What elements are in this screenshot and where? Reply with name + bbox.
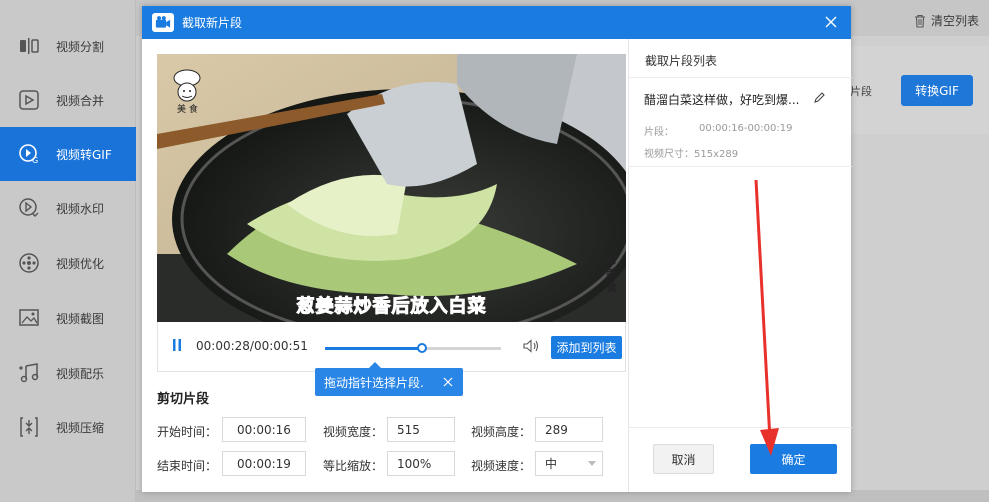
video-watermark: 小房美食: [606, 239, 617, 294]
sidebar: 视频分割 视频合并 G 视频转GIF 视频水印 视频优化 视频截图 视频配乐 视…: [0, 0, 136, 502]
sidebar-item-label: 视频压缩: [56, 420, 105, 435]
playback-time: 00:00:28/00:00:51: [196, 339, 308, 353]
sidebar-item-label: 视频配乐: [56, 366, 105, 381]
cancel-button[interactable]: 取消: [653, 444, 714, 474]
sidebar-item-label: 视频分割: [56, 39, 105, 54]
progress-handle[interactable]: [416, 343, 427, 353]
sidebar-item-gif[interactable]: G 视频转GIF: [0, 127, 136, 181]
end-time-label: 结束时间：: [157, 459, 218, 473]
sidebar-item-compress[interactable]: 视频压缩: [0, 400, 136, 454]
trash-icon: [913, 14, 927, 28]
divider: [629, 166, 852, 167]
volume-icon[interactable]: [523, 339, 539, 353]
segment-item-name[interactable]: 醋溜白菜这样做，好吃到爆...: [644, 91, 799, 108]
convert-gif-button[interactable]: 转换GIF: [901, 75, 973, 106]
end-time-input[interactable]: 00:00:19: [222, 451, 306, 476]
merge-icon: [18, 89, 40, 111]
segment-range: 00:00:16-00:00:19: [699, 123, 793, 134]
sidebar-item-label: 视频合并: [56, 93, 105, 108]
chef-logo-text: 美 食: [177, 105, 198, 115]
screenshot-icon: [18, 307, 40, 329]
sidebar-item-merge[interactable]: 视频合并: [0, 73, 136, 127]
sidebar-item-music[interactable]: 视频配乐: [0, 346, 136, 400]
cut-section-title: 剪切片段: [157, 392, 210, 407]
scale-input[interactable]: 100%: [387, 451, 455, 476]
segment-size: 视频尺寸：515x289: [644, 149, 739, 160]
height-label: 视频高度：: [471, 425, 532, 439]
close-icon[interactable]: [823, 14, 839, 30]
background-frag-label: 片段: [850, 85, 872, 98]
chevron-down-icon: [588, 461, 596, 466]
watermark-icon: [18, 197, 40, 219]
pause-icon[interactable]: [172, 339, 182, 351]
width-input[interactable]: 515: [387, 417, 455, 442]
music-icon: [18, 362, 40, 384]
video-frame: [157, 54, 626, 322]
dialog-header: 截取新片段: [142, 6, 851, 39]
dialog-title: 截取新片段: [182, 16, 243, 30]
progress-slider[interactable]: [325, 343, 501, 385]
sidebar-item-split[interactable]: 视频分割: [0, 19, 136, 73]
confirm-button[interactable]: 确定: [750, 444, 837, 474]
sidebar-item-label: 视频截图: [56, 311, 105, 326]
compress-icon: [18, 416, 40, 438]
drag-hint-tooltip: 拖动指针选择片段.: [315, 362, 463, 396]
cut-segment-dialog: 截取新片段 美 食 小房美食 葱姜蒜炒香后放入白菜 00:00:28/00:00…: [142, 6, 852, 492]
segment-list-title: 截取片段列表: [645, 54, 718, 68]
player-controls: 00:00:28/00:00:51 添加到列表: [157, 322, 626, 385]
progress-fill: [325, 347, 422, 350]
speed-select[interactable]: 中: [535, 451, 603, 476]
segment-list-panel: 截取片段列表 醋溜白菜这样做，好吃到爆... 片段： 00:00:16-00:0…: [628, 39, 852, 492]
speed-label: 视频速度：: [471, 459, 532, 473]
video-preview[interactable]: 美 食 小房美食 葱姜蒜炒香后放入白菜: [157, 54, 626, 322]
start-time-input[interactable]: 00:00:16: [222, 417, 306, 442]
segment-label: 片段：: [644, 127, 674, 138]
close-icon[interactable]: [443, 376, 453, 387]
optimize-icon: [18, 252, 40, 274]
video-subtitle: 葱姜蒜炒香后放入白菜: [296, 296, 487, 318]
clear-list-button[interactable]: 清空列表: [913, 12, 979, 29]
add-to-list-button[interactable]: 添加到列表: [551, 336, 622, 359]
gif-icon: G: [18, 143, 40, 165]
speed-value: 中: [545, 457, 558, 471]
sidebar-item-label: 视频水印: [56, 201, 105, 216]
app-logo-icon: [152, 13, 174, 32]
width-label: 视频宽度：: [323, 425, 384, 439]
divider: [629, 427, 852, 428]
start-time-label: 开始时间：: [157, 425, 218, 439]
svg-text:G: G: [32, 156, 38, 165]
sidebar-item-label: 视频优化: [56, 256, 105, 271]
sidebar-item-screenshot[interactable]: 视频截图: [0, 291, 136, 345]
height-input[interactable]: 289: [535, 417, 603, 442]
tooltip-text: 拖动指针选择片段.: [324, 375, 424, 390]
divider: [629, 77, 852, 78]
split-icon: [18, 35, 40, 57]
sidebar-item-optimize[interactable]: 视频优化: [0, 236, 136, 290]
sidebar-item-watermark[interactable]: 视频水印: [0, 181, 136, 235]
clear-list-label: 清空列表: [930, 14, 979, 28]
pencil-icon[interactable]: [813, 91, 825, 104]
sidebar-item-label: 视频转GIF: [56, 147, 112, 162]
scale-label: 等比缩放：: [323, 459, 384, 473]
